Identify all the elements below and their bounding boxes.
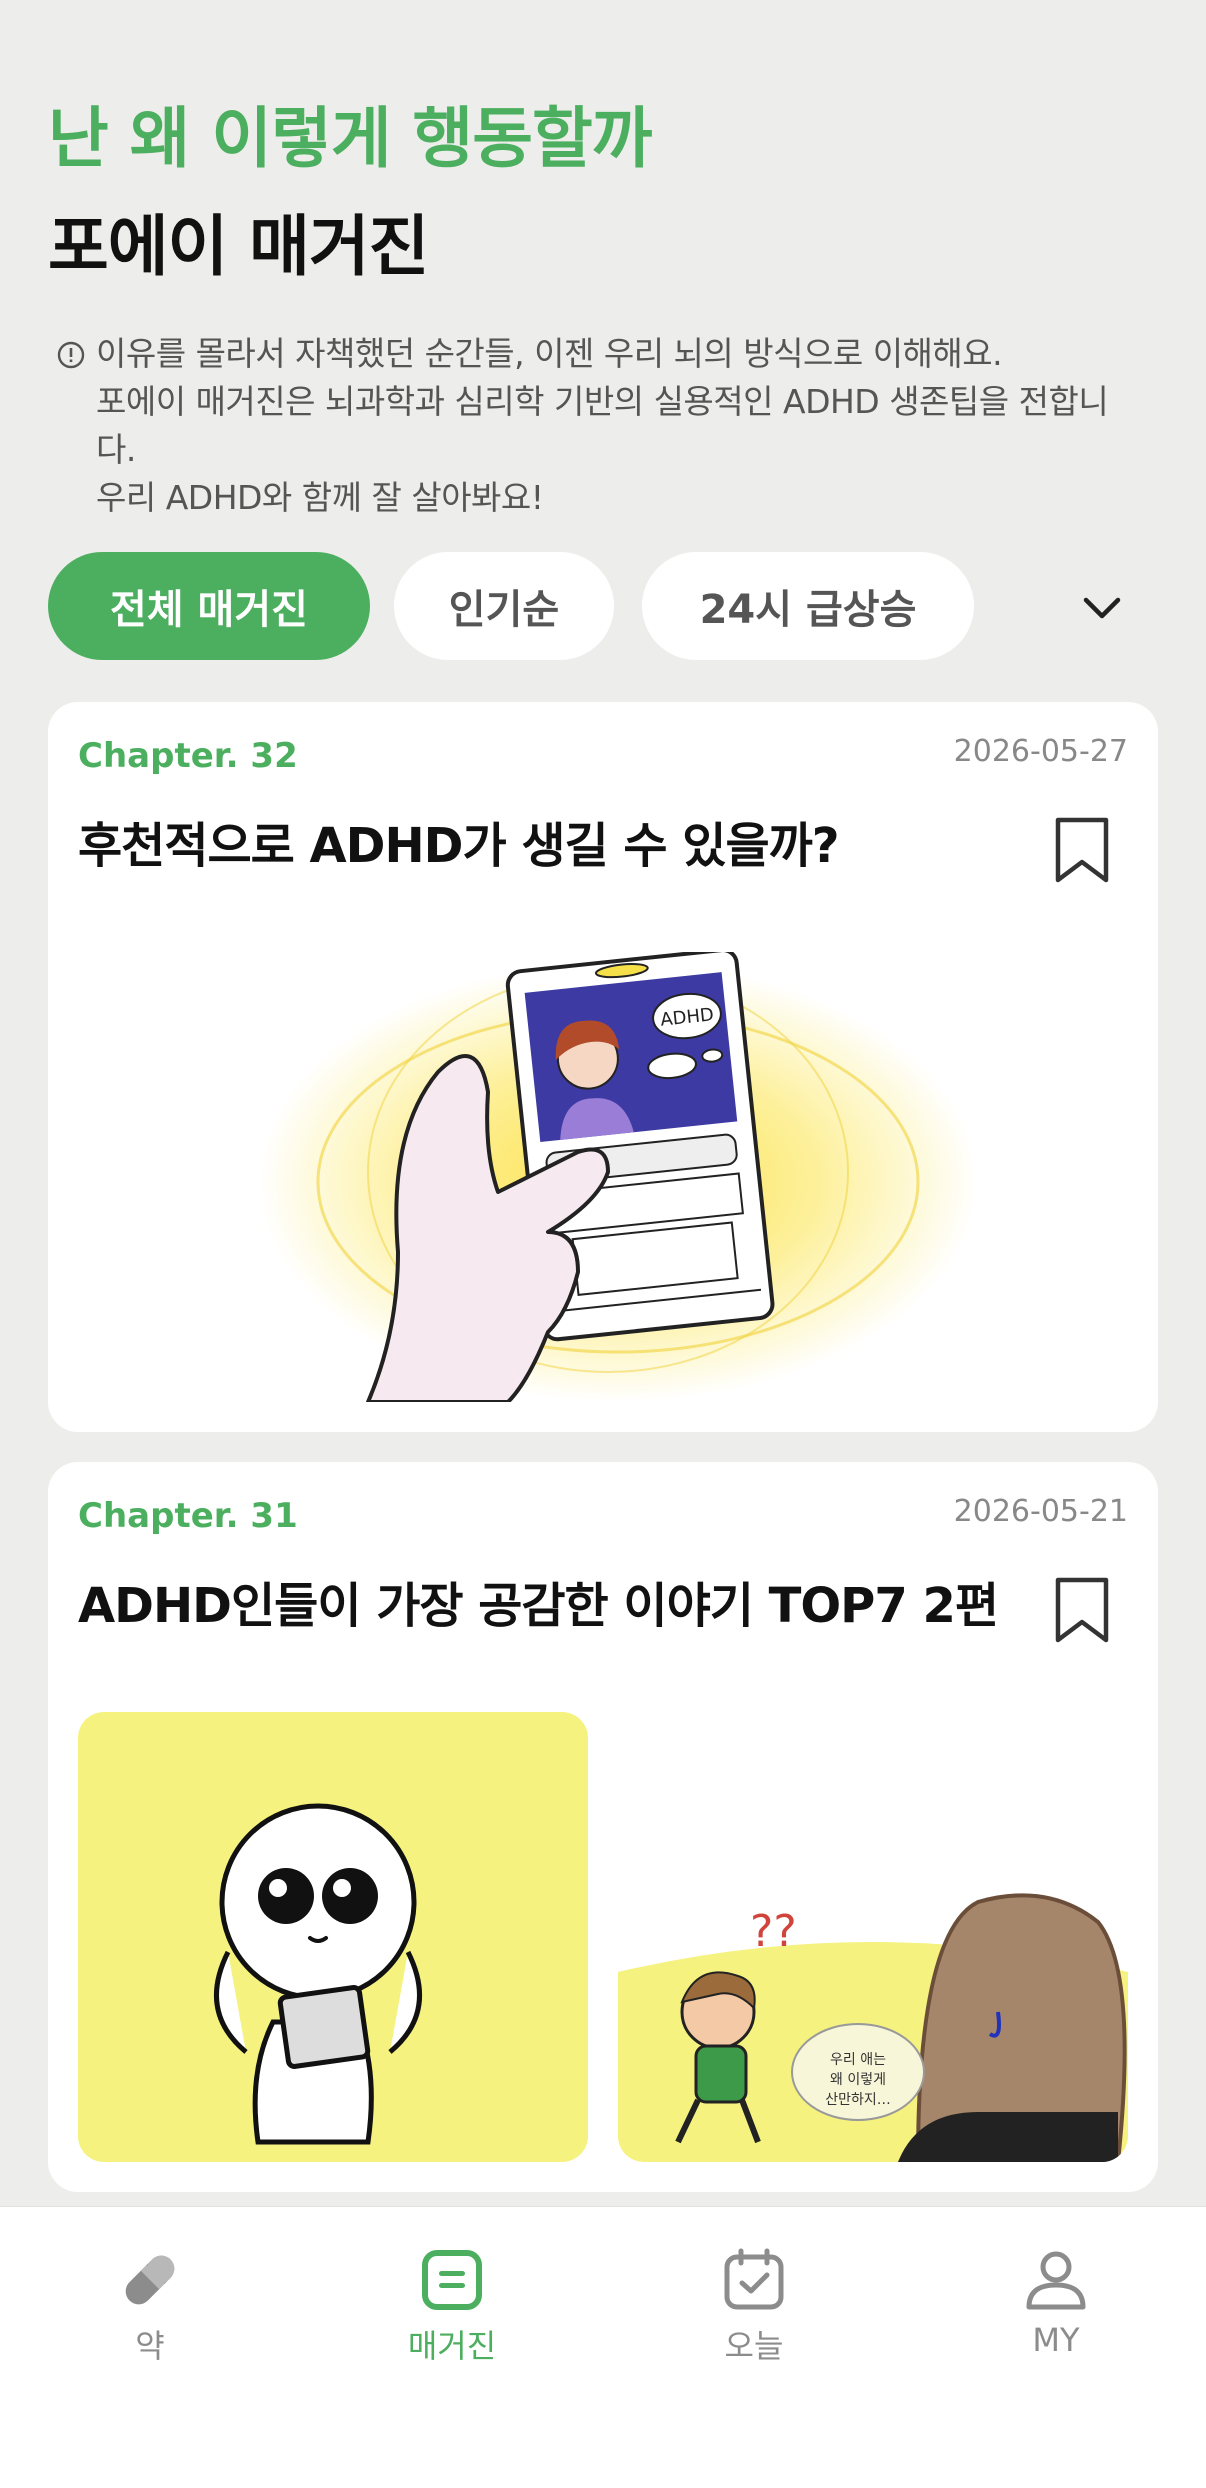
info-icon [57,341,85,369]
article-title: 후천적으로 ADHD가 생길 수 있을까? [78,818,840,874]
filter-trending-chip[interactable]: 24시 급상승 [642,552,974,660]
tab-magazine[interactable]: 매거진 [352,2245,552,2367]
page-title: 포에이 매거진 [48,208,429,285]
article-title: ADHD인들이 가장 공감한 이야기 TOP7 2편 [78,1578,999,1634]
magazine-icon [422,2250,482,2310]
tab-pill[interactable]: 약 [50,2245,250,2367]
person-icon [1026,2251,1086,2310]
pill-icon [125,2255,175,2305]
scene-illustration: ?? 우리 애는 왜 이렇게 산만하지… [618,1712,1128,2162]
bookmark-icon[interactable] [1050,814,1114,886]
description-line: 우리 ADHD와 함께 잘 살아봐요! [96,478,544,517]
description: 이유를 몰라서 자책했던 순간들, 이젠 우리 뇌의 방식으로 이해해요. 포에… [56,330,1166,522]
svg-text:우리 애는: 우리 애는 [830,2052,886,2068]
article-illustration-left [78,1712,588,2162]
filter-bar: 전체 매거진 인기순 24시 급상승 [48,552,1166,660]
bottom-tab-bar: 약 매거진 오늘 MY [0,2206,1206,2488]
magazine-screen: 난 왜 이렇게 행동할까 포에이 매거진 이유를 몰라서 자책했던 순간들, 이… [0,0,1206,2488]
article-card[interactable]: Chapter. 31 2026-05-21 ADHD인들이 가장 공감한 이야… [48,1462,1158,2192]
article-card[interactable]: Chapter. 32 2026-05-27 후천적으로 ADHD가 생길 수 … [48,702,1158,1432]
chevron-down-icon[interactable] [1074,580,1130,636]
calendar-check-icon [724,2248,784,2310]
tab-my[interactable]: MY [956,2245,1156,2359]
svg-text:왜 이렇게: 왜 이렇게 [830,2072,886,2088]
chapter-label: Chapter. 31 [78,1496,298,1536]
page-subtitle: 난 왜 이렇게 행동할까 [48,100,652,177]
description-line: 이유를 몰라서 자책했던 순간들, 이젠 우리 뇌의 방식으로 이해해요. [96,334,1003,373]
description-line: 포에이 매거진은 뇌과학과 심리학 기반의 실용적인 ADHD 생존팁을 전합니 [96,382,1109,421]
tab-label: 오늘 [724,2327,784,2365]
article-date: 2026-05-27 [953,734,1128,769]
article-date: 2026-05-21 [953,1494,1128,1529]
description-line: 다. [96,430,136,469]
tab-label: 약 [135,2327,165,2365]
filter-popular-chip[interactable]: 인기순 [394,552,614,660]
svg-text:산만하지…: 산만하지… [825,2092,891,2108]
header: 난 왜 이렇게 행동할까 포에이 매거진 [48,96,1166,290]
tab-today[interactable]: 오늘 [654,2245,854,2367]
filter-all-chip[interactable]: 전체 매거진 [48,552,370,660]
chapter-label: Chapter. 32 [78,736,298,776]
character-illustration [213,1803,423,2145]
bookmark-icon[interactable] [1050,1574,1114,1646]
tab-label: MY [1032,2321,1080,2359]
article-illustration: ADHD [258,952,978,1402]
svg-text:??: ?? [750,1906,797,1957]
tab-label: 매거진 [407,2327,497,2365]
article-illustration-right: ?? 우리 애는 왜 이렇게 산만하지… [618,1712,1128,2162]
